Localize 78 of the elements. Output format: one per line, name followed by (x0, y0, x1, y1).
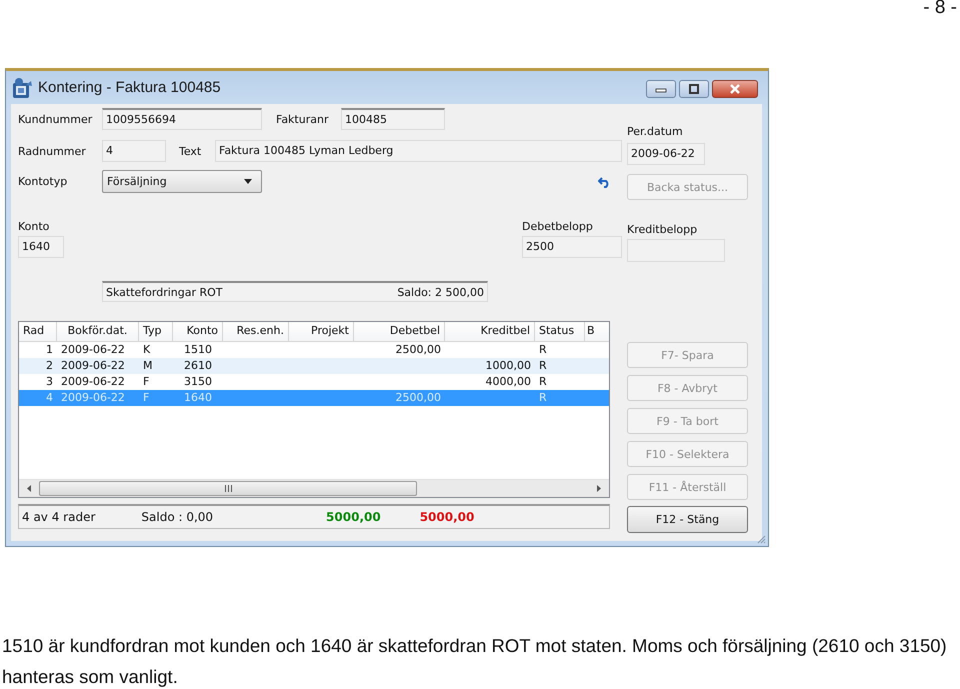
column-header[interactable]: Konto (173, 322, 223, 341)
close-button[interactable] (712, 80, 758, 98)
table-cell-text: 3150 (183, 374, 213, 390)
table-cell-text: 3 (45, 374, 54, 390)
table-cell-text: R (538, 390, 548, 406)
field-label: Debetbelopp (522, 220, 594, 233)
table-row[interactable]: 3 2009-06-22 F 3150 4000,00 R (19, 374, 609, 390)
saldo-text: Saldo : 0,00 (141, 510, 214, 524)
column-header[interactable]: Bokför.dat. (57, 322, 139, 341)
column-header[interactable]: Status (535, 322, 585, 341)
table-cell-text: F (142, 374, 150, 390)
table-cell-text: 2610 (183, 358, 213, 374)
field-label: Konto (18, 220, 50, 233)
table-cell-text: 2 (45, 358, 54, 374)
text-field[interactable]: 1640 (18, 236, 64, 258)
total-amount: 5000,00 (420, 510, 474, 524)
table-cell-text: R (538, 342, 548, 358)
table-cell-text: R (538, 358, 548, 374)
column-header[interactable]: Rad (19, 322, 57, 341)
left-arrow-icon (25, 484, 33, 493)
text-field[interactable]: 1009556694 (102, 108, 262, 130)
minimize-button[interactable] (646, 80, 676, 98)
table-row[interactable]: 2 2009-06-22 M 2610 1000,00 R (19, 358, 609, 374)
text-field[interactable] (627, 239, 725, 262)
horizontal-scrollbar[interactable] (19, 479, 609, 497)
column-header[interactable]: Debetbel (354, 322, 445, 341)
table-cell-text: 1000,00 (484, 358, 532, 374)
table-cell-text: 2500,00 (394, 342, 442, 358)
caption-text: 1510 är kundfordran mot kunden och 1640 är skattefordran ROT mot staten. Moms och försäljning (2610 och 3150) hanteras som vanligt. (2, 634, 948, 689)
table-cell-text: 2500,00 (394, 390, 442, 406)
table-cell-text: 2009-06-22 (60, 358, 126, 374)
page-number: - 8 - (923, 0, 957, 19)
account-saldo: Saldo: 2 500,00 (397, 286, 484, 298)
account-name: Skattefordringar ROT (106, 286, 223, 298)
table-cell-text: R (538, 374, 548, 390)
grip-icon (224, 485, 232, 492)
window-title: Kontering - Faktura 100485 (38, 79, 221, 96)
table-cell-text: 2009-06-22 (60, 390, 126, 406)
field-label: Fakturanr (276, 112, 330, 126)
action-button[interactable]: F12 - Stäng (627, 506, 748, 533)
table-cell-text: 1510 (183, 342, 213, 358)
table-cell-text: 4 (45, 390, 54, 406)
table-row[interactable]: 1 2009-06-22 K 1510 2500,00 R (19, 342, 609, 358)
row-count: 4 av 4 rader (22, 510, 96, 524)
caret-icon (244, 179, 252, 184)
total-amount: 5000,00 (326, 510, 381, 524)
table-cell-text: 1 (45, 342, 54, 358)
table-cell-text: 4000,00 (484, 374, 532, 390)
field-label: Text (179, 144, 202, 158)
field-label: Kontotyp (18, 175, 68, 188)
column-header[interactable]: Kreditbel (445, 322, 535, 341)
column-header[interactable]: Res.enh. (223, 322, 289, 341)
close-icon (729, 84, 741, 94)
maximize-icon (688, 84, 700, 94)
table-cell-text: M (142, 358, 154, 374)
table-cell-text: 1640 (183, 390, 213, 406)
field-label: Per.datum (627, 125, 683, 138)
text-field[interactable]: 2009-06-22 (627, 143, 705, 165)
table-cell-text: F (142, 390, 150, 406)
column-header[interactable]: Typ (139, 322, 173, 341)
resize-grip-icon (756, 534, 766, 544)
column-header[interactable]: B (585, 322, 607, 341)
table-cell-text: 2009-06-22 (60, 342, 126, 358)
field-label: Radnummer (18, 144, 87, 158)
table-cell-text: 2009-06-22 (60, 374, 126, 390)
table-cell-text: K (142, 342, 152, 358)
field-label: Kreditbelopp (627, 223, 698, 236)
text-field[interactable]: Faktura 100485 Lyman Ledberg (215, 140, 622, 162)
scroll-thumb[interactable] (39, 481, 417, 496)
field-label: Kundnummer (18, 112, 94, 126)
maximize-button[interactable] (679, 80, 709, 98)
text-field[interactable]: 100485 (341, 108, 445, 130)
text-field[interactable]: 4 (102, 140, 166, 162)
dropdown[interactable]: Försäljning (102, 170, 262, 193)
right-arrow-icon (595, 484, 603, 493)
app-icon (11, 76, 33, 98)
text-field[interactable]: 2500 (522, 236, 622, 258)
column-header[interactable]: Projekt (289, 322, 354, 341)
